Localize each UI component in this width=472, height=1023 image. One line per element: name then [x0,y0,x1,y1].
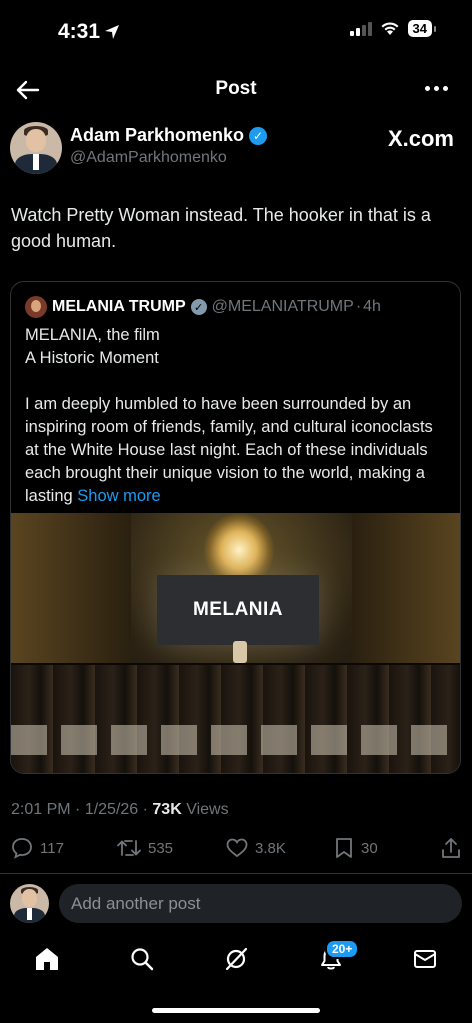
mail-icon[interactable] [412,946,438,972]
quoted-body: MELANIA, the film A Historic Moment I am… [25,324,445,508]
grok-icon[interactable] [223,946,249,972]
projection-screen: MELANIA [157,575,319,645]
status-time: 4:31 [58,20,120,44]
author-name[interactable]: Adam Parkhomenko ✓ [70,125,268,146]
share-button[interactable] [440,836,462,860]
author-handle[interactable]: @AdamParkhomenko [70,149,227,167]
reply-button[interactable]: 117 [10,836,64,860]
source-label: X.com [387,126,454,151]
signal-icon [349,21,372,36]
screen-text: MELANIA [192,599,284,620]
views-label: Views [181,801,229,818]
verified-icon: ✓ [249,126,268,145]
tab-bar [0,940,472,980]
status-time-text: 4:31 [58,20,101,43]
divider [0,873,472,874]
share-icon [442,838,460,858]
podium [233,641,247,663]
quoted-name: MELANIA TRUMP [52,298,186,315]
my-avatar[interactable] [10,884,49,923]
reply-input[interactable]: Add another post [59,884,462,923]
quoted-avatar [25,296,47,318]
search-icon[interactable] [129,946,155,972]
quoted-separator: · [355,298,362,315]
author-avatar[interactable] [10,122,62,174]
chairs [11,725,460,755]
repost-button[interactable]: 535 [116,836,173,860]
like-button[interactable]: 3.8K [225,836,286,860]
bookmark-button[interactable]: 30 [333,836,378,860]
author-name-text[interactable]: Adam Parkhomenko [70,125,244,146]
like-count: 3.8K [255,839,286,857]
reply-icon [12,838,32,859]
quoted-verified-icon: ✓ [190,299,207,315]
post-meta: 2:01 PM · 1/25/26 · 73K Views [11,801,229,819]
views-count: 73K [152,801,182,818]
status-icons: 34 [349,20,437,37]
post-text: Watch Pretty Woman instead. The hooker i… [11,205,431,251]
repost-count: 535 [148,839,174,857]
home-indicator [152,1008,320,1013]
like-icon [226,838,248,858]
quoted-line2: A Historic Moment [25,349,159,367]
quoted-handle: @MELANIATRUMP [211,298,354,315]
quoted-image[interactable]: MELANIA [11,513,460,773]
quoted-header: MELANIA TRUMP ✓ @MELANIATRUMP · 4h [25,296,381,318]
action-bar: 117 535 3.8K 30 [0,836,472,866]
wifi-icon [381,22,399,35]
quoted-time: 4h [363,298,381,315]
home-icon[interactable] [34,946,60,972]
battery-indicator: 34 [407,20,437,37]
post-timestamp: 2:01 PM · 1/25/26 · [11,801,153,818]
notifications-badge: 20+ [325,939,360,959]
quoted-line1: MELANIA, the film [25,326,160,344]
show-more-link[interactable]: Show more [77,487,160,505]
location-arrow-icon [105,25,120,39]
bookmark-icon [336,838,352,858]
page-title: Post [215,78,257,99]
repost-icon [117,840,141,856]
bookmark-count: 30 [361,839,378,857]
quoted-text: I am deeply humbled to have been surroun… [25,393,445,508]
audience [11,663,460,773]
reply-count: 117 [40,839,64,857]
quoted-post[interactable]: MELANIA TRUMP ✓ @MELANIATRUMP · 4h MELAN… [10,281,461,774]
more-icon[interactable] [425,86,448,91]
